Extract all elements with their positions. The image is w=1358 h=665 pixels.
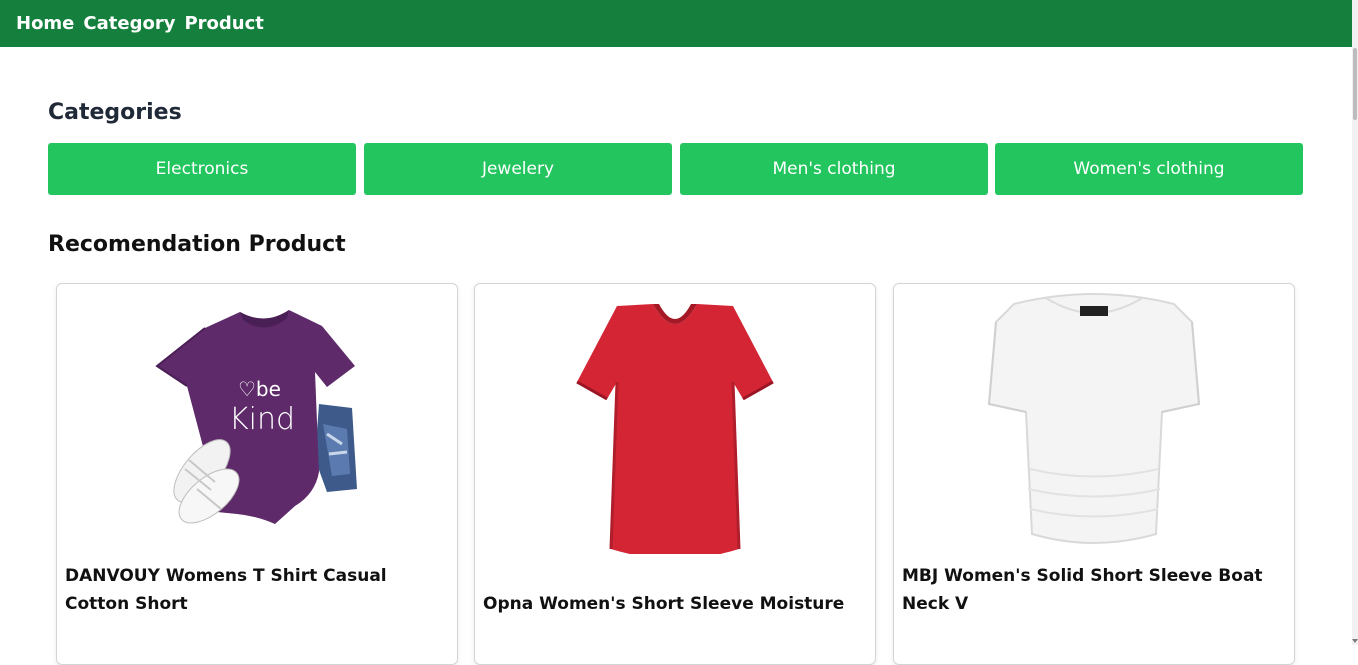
svg-text:Kind: Kind [229, 402, 295, 437]
category-button-mens-clothing[interactable]: Men's clothing [680, 143, 988, 195]
page-scrollbar[interactable] [1352, 0, 1358, 645]
nav-home-link[interactable]: Home [16, 13, 74, 34]
red-vneck-tshirt-icon [576, 304, 774, 554]
purple-be-kind-tshirt-icon: ♡be Kind [155, 310, 357, 524]
scroll-down-arrow-icon[interactable] [1352, 639, 1358, 643]
category-button-womens-clothing[interactable]: Women's clothing [995, 143, 1303, 195]
svg-text:♡be: ♡be [238, 377, 281, 401]
product-card[interactable]: MBJ Women's Solid Short Sleeve Boat Neck… [893, 283, 1295, 665]
product-title[interactable]: Opna Women's Short Sleeve Moisture [483, 590, 865, 618]
recommendation-heading: Recomendation Product [48, 232, 346, 257]
categories-heading: Categories [48, 100, 182, 125]
nav-category-link[interactable]: Category [83, 13, 175, 34]
product-card[interactable]: Opna Women's Short Sleeve Moisture [474, 283, 876, 665]
category-button-electronics[interactable]: Electronics [48, 143, 356, 195]
nav-product-link[interactable]: Product [184, 13, 263, 34]
white-boatneck-top-icon [987, 293, 1201, 544]
product-title[interactable]: DANVOUY Womens T Shirt Casual Cotton Sho… [65, 562, 447, 618]
product-card[interactable]: ♡be Kind DANVOUY Womens T Shirt Casual C… [56, 283, 458, 665]
product-title[interactable]: MBJ Women's Solid Short Sleeve Boat Neck… [902, 562, 1284, 618]
scrollbar-thumb[interactable] [1353, 48, 1357, 120]
category-button-jewelery[interactable]: Jewelery [364, 143, 672, 195]
top-navbar: Home Category Product [0, 0, 1352, 47]
